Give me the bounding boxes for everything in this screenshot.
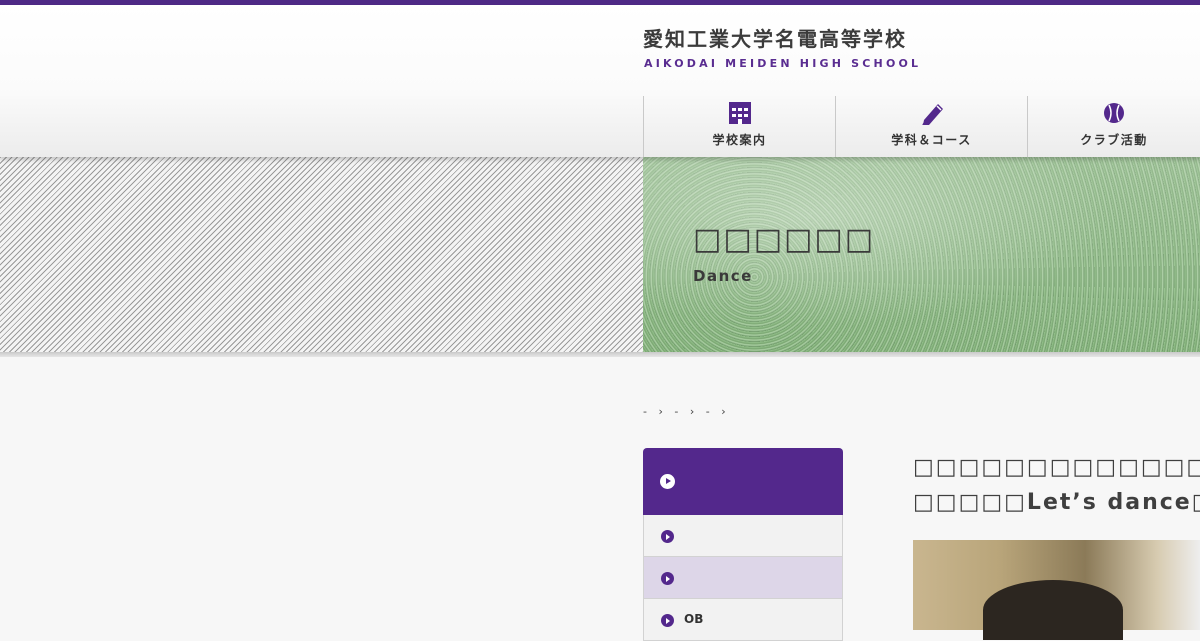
play-circle-icon [661,572,674,585]
breadcrumb-separator: › [721,405,728,418]
school-logo-jp[interactable]: 愛知工業大学名電高等学校 [643,23,907,52]
breadcrumb-link[interactable]: - [674,405,680,418]
nav-item-school-guide[interactable]: 学校案内 [643,96,835,157]
article-photo [913,540,1200,640]
sidebar-header[interactable] [643,448,843,515]
article-title-line: □□□□□Let’s dance□ [913,490,1200,515]
page-subtitle: Dance [693,267,753,285]
global-nav: 学校案内 学科＆コース クラブ活動 [643,96,1200,157]
breadcrumb-link[interactable]: - [706,405,712,418]
breadcrumb-separator: › [689,405,697,418]
play-circle-icon [661,614,674,627]
hero-divider [0,352,1200,357]
school-logo-en[interactable]: AIKODAI MEIDEN HIGH SCHOOL [644,57,921,70]
article-title-line: □□□□□□□□□□□□□□□□□□□ [913,455,1200,480]
sidebar-item-ob[interactable]: OB [643,599,843,641]
breadcrumb-separator: › [658,405,665,418]
school-building-icon [728,102,751,124]
breadcrumb: - › - › - › [643,405,732,418]
nav-item-clubs[interactable]: クラブ活動 [1027,96,1200,157]
sidebar-item-label: OB [684,612,704,626]
play-circle-icon [660,474,675,489]
nav-label-clubs: クラブ活動 [1080,133,1148,147]
sidebar-item-active[interactable] [643,557,843,599]
sidebar-menu: OB [643,448,843,641]
pencil-icon [921,104,943,125]
breadcrumb-link[interactable]: - [643,405,649,418]
site-header: 愛知工業大学名電高等学校 AIKODAI MEIDEN HIGH SCHOOL … [0,5,1200,157]
article-title: □□□□□□□□□□□□□□□□□□□ □□□□□Let’s dance□ [913,450,1200,520]
hero-pattern [0,157,643,357]
page-title: □□□□□□ [693,222,876,257]
sidebar-item[interactable] [643,515,843,557]
nav-item-courses[interactable]: 学科＆コース [835,96,1027,157]
hero-turf-image [643,157,1200,357]
play-circle-icon [661,530,674,543]
nav-label-courses: 学科＆コース [891,133,972,147]
photo-subject [983,580,1123,640]
nav-label-school-guide: 学校案内 [712,133,767,147]
baseball-icon [1104,103,1124,123]
